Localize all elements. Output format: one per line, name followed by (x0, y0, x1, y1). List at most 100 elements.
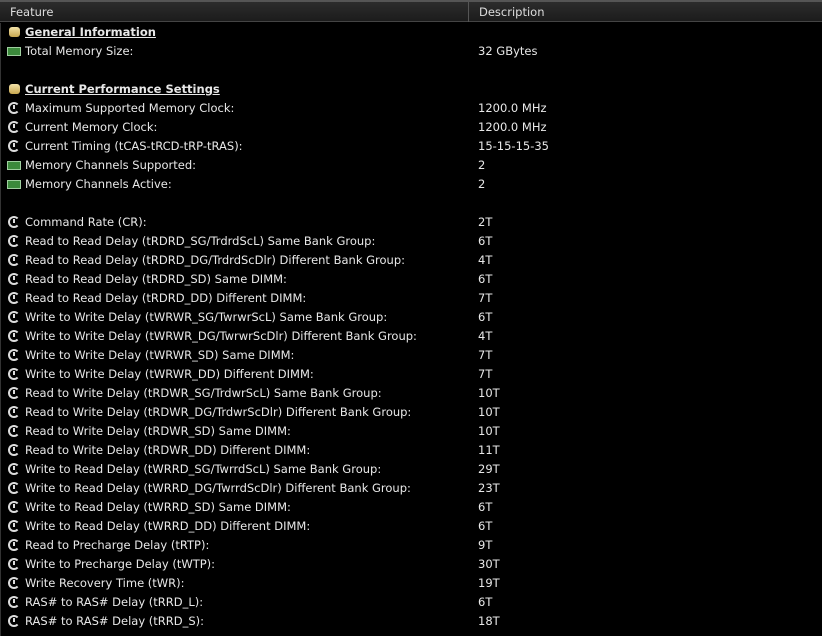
table-row[interactable]: RAS# to RAS# Delay (tRRD_S): 18T (1, 612, 821, 631)
row-value: 6T (478, 310, 493, 324)
row-value: 4T (478, 253, 493, 267)
table-row[interactable]: Read to Read Delay (tRDRD_SD) Same DIMM:… (1, 270, 821, 289)
table-row[interactable]: RAS# to RAS# Delay (tRRD_L): 6T (1, 593, 821, 612)
row-label: Write to Read Delay (tWRRD_DG/TwrrdScDlr… (25, 481, 411, 495)
clock-icon (8, 273, 20, 285)
table-row[interactable]: Read to Write Delay (tRDWR_SG/TrdwrScL) … (1, 384, 821, 403)
table-row[interactable]: Write to Precharge Delay (tWTP): 30T (1, 555, 821, 574)
table-row[interactable]: Read to Precharge Delay (tRTP): 9T (1, 536, 821, 555)
table-row[interactable]: Read to Read Delay (tRDRD_DG/TrdrdScDlr)… (1, 251, 821, 270)
row-label: Read to Read Delay (tRDRD_SD) Same DIMM: (25, 272, 287, 286)
table-row[interactable]: Read to Write Delay (tRDWR_SD) Same DIMM… (1, 422, 821, 441)
row-label: Total Memory Size: (25, 44, 134, 58)
memory-module-icon (7, 180, 21, 189)
clock-icon (8, 102, 20, 114)
memory-module-icon (7, 161, 21, 170)
table-row[interactable]: Write to Write Delay (tWRWR_DD) Differen… (1, 365, 821, 384)
row-label: Read to Write Delay (tRDWR_DG/TrdwrScDlr… (25, 405, 412, 419)
row-value: 7T (478, 367, 493, 381)
row-label: Read to Write Delay (tRDWR_DD) Different… (25, 443, 311, 457)
row-label: Read to Precharge Delay (tRTP): (25, 538, 210, 552)
table-row[interactable]: Read to Write Delay (tRDWR_DD) Different… (1, 441, 821, 460)
row-value: 10T (478, 405, 500, 419)
row-value: 19T (478, 576, 500, 590)
table-row[interactable]: Write to Write Delay (tWRWR_DG/TwrwrScDl… (1, 327, 821, 346)
row-label: Write to Write Delay (tWRWR_DD) Differen… (25, 367, 314, 381)
row-value: 10T (478, 424, 500, 438)
table-row[interactable]: Read to Read Delay (tRDRD_DD) Different … (1, 289, 821, 308)
clock-icon (8, 482, 20, 494)
row-value: 6T (478, 500, 493, 514)
table-row[interactable]: Current Memory Clock: 1200.0 MHz (1, 118, 821, 137)
column-header-feature[interactable]: Feature (0, 2, 469, 22)
clock-icon (8, 235, 20, 247)
table-row[interactable]: Memory Channels Active: 2 (1, 175, 821, 194)
clock-icon (8, 216, 20, 228)
clock-icon (8, 577, 20, 589)
row-label: Write to Read Delay (tWRRD_DD) Different… (25, 519, 311, 533)
table-row[interactable]: Total Memory Size: 32 GBytes (1, 42, 821, 61)
table-row[interactable]: Write Recovery Time (tWR): 19T (1, 574, 821, 593)
row-label: Read to Write Delay (tRDWR_SD) Same DIMM… (25, 424, 291, 438)
row-value: 2 (478, 177, 486, 191)
row-value: 2 (478, 158, 486, 172)
clock-icon (8, 406, 20, 418)
row-value: 7T (478, 348, 493, 362)
row-value: 1200.0 MHz (478, 101, 547, 115)
clock-icon (8, 615, 20, 627)
clock-icon (8, 539, 20, 551)
row-label: RAS# to RAS# Delay (tRRD_S): (25, 614, 205, 628)
row-value: 30T (478, 557, 500, 571)
table-row[interactable]: Read to Read Delay (tRDRD_SG/TrdrdScL) S… (1, 232, 821, 251)
row-value: 10T (478, 386, 500, 400)
table-row[interactable]: Write to Read Delay (tWRRD_DG/TwrrdScDlr… (1, 479, 821, 498)
section-header[interactable]: Current Performance Settings (1, 80, 821, 99)
row-value: 6T (478, 519, 493, 533)
table-row[interactable]: Write to Read Delay (tWRRD_SD) Same DIMM… (1, 498, 821, 517)
clock-icon (8, 349, 20, 361)
clock-icon (8, 387, 20, 399)
section-header[interactable]: General Information (1, 23, 821, 42)
clock-icon (8, 330, 20, 342)
row-value: 6T (478, 234, 493, 248)
row-value: 1200.0 MHz (478, 120, 547, 134)
clock-icon (8, 292, 20, 304)
clock-icon (8, 444, 20, 456)
row-label: Read to Read Delay (tRDRD_DD) Different … (25, 291, 307, 305)
table-header: Feature Description (0, 0, 822, 22)
table-row[interactable]: Write to Read Delay (tWRRD_SG/TwrrdScL) … (1, 460, 821, 479)
clock-icon (8, 311, 20, 323)
clock-icon (8, 501, 20, 513)
row-value: 9T (478, 538, 493, 552)
row-label: Read to Write Delay (tRDWR_SG/TrdwrScL) … (25, 386, 382, 400)
row-label: Current Timing (tCAS-tRCD-tRP-tRAS): (25, 139, 243, 153)
row-label: Memory Channels Supported: (25, 158, 196, 172)
row-label: Write to Write Delay (tWRWR_SG/TwrwrScL)… (25, 310, 388, 324)
row-value: 29T (478, 462, 500, 476)
row-value: 6T (478, 595, 493, 609)
row-label: Read to Read Delay (tRDRD_SG/TrdrdScL) S… (25, 234, 376, 248)
table-row[interactable]: Write to Write Delay (tWRWR_SD) Same DIM… (1, 346, 821, 365)
clock-icon (8, 520, 20, 532)
table-row[interactable]: Maximum Supported Memory Clock: 1200.0 MH… (1, 99, 821, 118)
row-label: Write to Read Delay (tWRRD_SG/TwrrdScL) … (25, 462, 382, 476)
table-row[interactable]: Command Rate (CR): 2T (1, 213, 821, 232)
table-row[interactable]: Current Timing (tCAS-tRCD-tRP-tRAS): 15-1… (1, 137, 821, 156)
row-label: Current Memory Clock: (25, 120, 158, 134)
table-row[interactable]: Write to Read Delay (tWRRD_DD) Different… (1, 517, 821, 536)
clock-icon (8, 140, 20, 152)
table-row[interactable]: Memory Channels Supported: 2 (1, 156, 821, 175)
row-value: 2T (478, 215, 493, 229)
clock-icon (8, 121, 20, 133)
row-label: Memory Channels Active: (25, 177, 172, 191)
row-label: Write to Precharge Delay (tWTP): (25, 557, 216, 571)
table-row[interactable]: Read to Write Delay (tRDWR_DG/TrdwrScDlr… (1, 403, 821, 422)
column-header-description[interactable]: Description (470, 2, 545, 22)
feature-table-body: General Information Total Memory Size: 32 … (0, 23, 821, 636)
table-row[interactable]: Write to Write Delay (tWRWR_SG/TwrwrScL)… (1, 308, 821, 327)
row-value: 15-15-15-35 (478, 139, 549, 153)
row-value: 23T (478, 481, 500, 495)
row-value: 4T (478, 329, 493, 343)
row-label: Write to Write Delay (tWRWR_DG/TwrwrScDl… (25, 329, 417, 343)
clock-icon (8, 463, 20, 475)
